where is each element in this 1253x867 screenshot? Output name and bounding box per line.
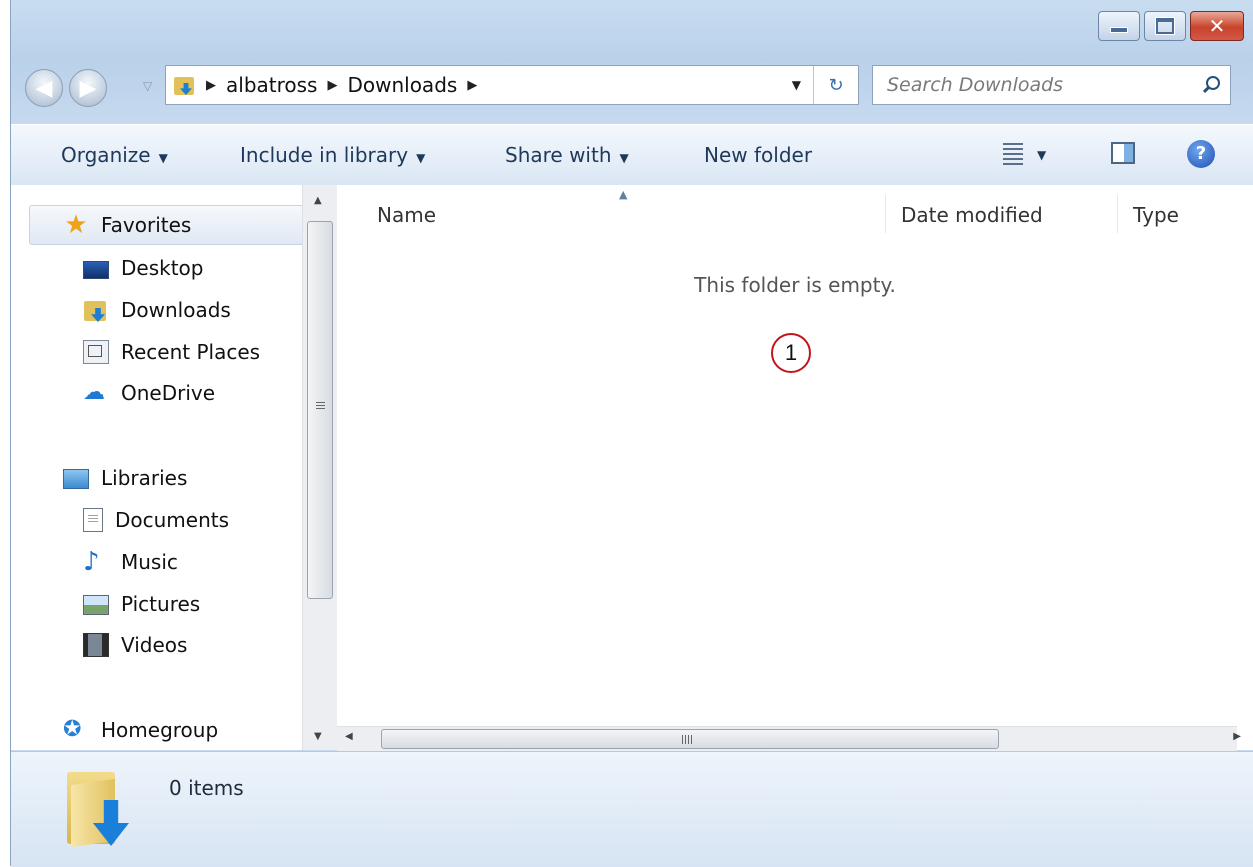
nav-recent-places-label: Recent Places (121, 340, 261, 364)
nav-documents[interactable]: Documents (83, 501, 229, 539)
breadcrumb-albatross[interactable]: albatross (226, 73, 317, 97)
nav-libraries-label: Libraries (101, 466, 188, 490)
refresh-icon: ↻ (828, 74, 844, 96)
breadcrumb-separator[interactable]: ▶ (467, 78, 477, 93)
caption-buttons: ✕ (1094, 11, 1244, 43)
item-count: 0 items (169, 776, 244, 800)
close-button[interactable]: ✕ (1190, 11, 1244, 41)
refresh-button[interactable]: ↻ (813, 66, 858, 104)
minimize-button[interactable] (1098, 11, 1140, 41)
column-header-type[interactable]: Type (1133, 203, 1179, 227)
scroll-up-arrow-icon[interactable]: ▲ (314, 195, 322, 206)
recent-places-icon (83, 340, 109, 364)
nav-pictures[interactable]: Pictures (83, 585, 200, 623)
file-list-horizontal-scrollbar[interactable]: ◀ ▶ (337, 726, 1241, 751)
column-separator[interactable] (885, 195, 886, 233)
forward-button[interactable]: ▶ (69, 69, 107, 107)
column-header-name[interactable]: Name (377, 203, 436, 227)
close-icon: ✕ (1208, 14, 1226, 38)
navigation-pane: ★ Favorites Desktop Downloads Recent Plac… (11, 185, 337, 750)
minimize-icon (1110, 27, 1128, 33)
breadcrumb-separator[interactable]: ▶ (206, 78, 216, 93)
details-pane: 0 items (11, 751, 1253, 867)
share-with-label: Share with (505, 143, 612, 167)
organize-button[interactable]: Organize ▼ (61, 125, 168, 185)
include-in-library-label: Include in library (240, 143, 409, 167)
column-header-date-modified[interactable]: Date modified (901, 203, 1043, 227)
document-icon (83, 508, 103, 532)
nav-favorites-label: Favorites (101, 213, 192, 237)
maximize-button[interactable] (1144, 11, 1186, 41)
preview-pane-icon[interactable] (1111, 142, 1135, 164)
organize-label: Organize (61, 143, 151, 167)
nav-recent-places[interactable]: Recent Places (83, 333, 260, 371)
command-bar: Organize ▼ Include in library ▼ Share with… (11, 124, 1253, 186)
nav-videos-label: Videos (121, 633, 188, 657)
downloads-folder-large-icon (67, 766, 129, 848)
maximize-icon (1156, 18, 1174, 34)
nav-documents-label: Documents (115, 508, 230, 532)
nav-desktop[interactable]: Desktop (83, 249, 203, 287)
chevron-down-icon: ▼ (416, 151, 426, 165)
chevron-down-icon: ▼ (158, 151, 168, 165)
downloads-icon (83, 298, 109, 322)
nav-music[interactable]: ♪ Music (83, 543, 178, 581)
nav-favorites[interactable]: ★ Favorites (63, 206, 191, 244)
breadcrumb-separator[interactable]: ▶ (327, 78, 337, 93)
forward-arrow-icon: ▶ (79, 75, 97, 101)
annotation-marker: 1 (771, 333, 811, 373)
star-icon: ★ (64, 210, 88, 240)
include-in-library-button[interactable]: Include in library ▼ (240, 125, 425, 185)
search-input[interactable] (873, 73, 1189, 97)
view-options-dropdown[interactable]: ▼ (1037, 125, 1046, 185)
nav-homegroup-label: Homegroup (101, 718, 219, 742)
navigation-vertical-scrollbar[interactable]: ▲ ▼ (302, 185, 337, 750)
address-dropdown-icon[interactable]: ▼ (792, 78, 801, 92)
empty-folder-message: This folder is empty. (694, 273, 896, 297)
back-button[interactable]: ◀ (25, 69, 63, 107)
scroll-left-arrow-icon[interactable]: ◀ (345, 731, 353, 742)
scroll-down-arrow-icon[interactable]: ▼ (314, 731, 322, 742)
nav-downloads-label: Downloads (121, 298, 231, 322)
navigation-buttons: ◀ ▶ ▽ (25, 65, 165, 115)
pictures-icon (83, 595, 109, 615)
share-with-button[interactable]: Share with ▼ (505, 125, 629, 185)
file-list[interactable]: ▲ Name Date modified Type This folder is… (337, 185, 1253, 750)
nav-videos[interactable]: Videos (83, 626, 187, 664)
nav-downloads[interactable]: Downloads (83, 291, 231, 329)
explorer-window: ✕ ◀ ▶ ▽ ▶ albatross ▶ Downloads ▶ ▼ ↻ Or… (0, 0, 1253, 867)
desktop-icon (83, 260, 109, 279)
sort-ascending-icon: ▲ (619, 188, 628, 201)
vertical-scroll-thumb[interactable] (307, 221, 333, 599)
help-icon[interactable]: ? (1187, 140, 1215, 168)
nav-onedrive[interactable]: ☁ OneDrive (83, 374, 215, 412)
libraries-icon (63, 469, 89, 489)
search-icon[interactable] (1206, 76, 1220, 90)
film-icon (83, 633, 109, 657)
cloud-icon: ☁ (83, 380, 105, 405)
breadcrumb-downloads[interactable]: Downloads (347, 73, 457, 97)
recent-pages-dropdown[interactable]: ▽ (143, 79, 152, 93)
back-arrow-icon: ◀ (35, 75, 53, 101)
chevron-down-icon: ▼ (619, 151, 629, 165)
downloads-folder-icon (174, 74, 196, 96)
nav-libraries[interactable]: Libraries (63, 459, 187, 497)
music-note-icon: ♪ (83, 547, 100, 577)
nav-homegroup[interactable]: ✪ Homegroup (63, 711, 218, 749)
new-folder-label: New folder (704, 143, 813, 167)
change-view-icon[interactable] (1003, 143, 1023, 165)
horizontal-scroll-thumb[interactable] (381, 729, 999, 749)
homegroup-icon: ✪ (63, 717, 82, 742)
grip-icon (316, 402, 325, 411)
grip-icon (682, 735, 692, 744)
search-box (872, 65, 1231, 105)
nav-pictures-label: Pictures (121, 592, 201, 616)
scroll-right-arrow-icon[interactable]: ▶ (1233, 731, 1241, 742)
column-separator[interactable] (1117, 195, 1118, 233)
nav-music-label: Music (121, 550, 178, 574)
new-folder-button[interactable]: New folder (704, 125, 812, 185)
address-bar[interactable]: ▶ albatross ▶ Downloads ▶ ▼ ↻ (165, 65, 859, 105)
nav-desktop-label: Desktop (121, 256, 204, 280)
nav-onedrive-label: OneDrive (121, 381, 216, 405)
